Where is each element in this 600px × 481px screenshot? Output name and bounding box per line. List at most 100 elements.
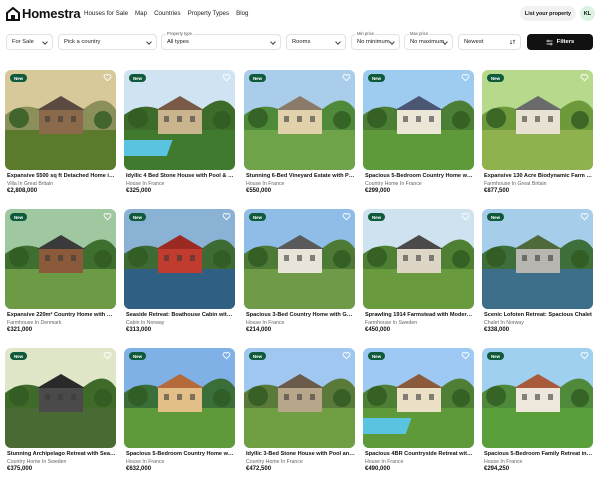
listing-photo[interactable] xyxy=(124,70,235,170)
listing-title[interactable]: Spacious 4BR Countryside Retreat with Po… xyxy=(365,451,474,457)
heart-icon[interactable] xyxy=(461,351,470,360)
listing-type: Chalet In Norway xyxy=(484,320,524,326)
heart-icon[interactable] xyxy=(222,351,231,360)
listing-photo[interactable] xyxy=(363,348,474,448)
max-price-select[interactable]: Max price No maximum xyxy=(404,31,453,50)
nav-blog[interactable]: Blog xyxy=(236,10,248,17)
listing-photo[interactable] xyxy=(482,70,593,170)
heart-icon[interactable] xyxy=(342,351,351,360)
listing-photo[interactable] xyxy=(244,209,355,309)
listing-title[interactable]: Sprawling 1914 Farmstead with Modern Com… xyxy=(365,312,474,318)
list-property-button[interactable]: List your property xyxy=(520,6,576,21)
listing-title[interactable]: Expansive 5500 sq ft Detached Home in Gr… xyxy=(7,173,116,179)
listing-price: €338,000 xyxy=(484,327,510,333)
listing-type: Farmhouse In Denmark xyxy=(7,320,62,326)
heart-icon[interactable] xyxy=(103,73,112,82)
heart-icon[interactable] xyxy=(342,212,351,221)
listing-type: Cabin In Norway xyxy=(126,320,165,326)
listing-type: House In France xyxy=(246,320,285,326)
heart-icon[interactable] xyxy=(342,73,351,82)
listing-price: €325,000 xyxy=(126,188,152,194)
top-bar: Homestra Houses for Sale Map Countries P… xyxy=(0,0,600,27)
listing-price: €472,500 xyxy=(246,466,272,472)
heart-icon[interactable] xyxy=(580,73,589,82)
country-placeholder: Pick a country xyxy=(64,39,101,45)
filter-sliders-icon xyxy=(546,39,553,45)
heart-icon[interactable] xyxy=(103,212,112,221)
sale-type-select[interactable]: For Sale xyxy=(6,34,53,50)
logo[interactable]: Homestra xyxy=(6,6,81,21)
property-type-select[interactable]: Property type All types xyxy=(161,31,281,50)
listing-title[interactable]: Idyllic 4 Bed Stone House with Pool & Ga… xyxy=(126,173,235,179)
listing-type: House In France xyxy=(246,181,285,187)
new-badge: New xyxy=(368,352,386,360)
listing-title[interactable]: Expansive 130 Acre Biodynamic Farm in Gr… xyxy=(484,173,593,179)
nav-houses-for-sale[interactable]: Houses for Sale xyxy=(84,10,128,17)
listing-title[interactable]: Spacious 5-Bedroom Family Retreat in Fra… xyxy=(484,451,593,457)
nav-property-types[interactable]: Property Types xyxy=(188,10,230,17)
listing-title[interactable]: Stunning Archipelago Retreat with Sea Vi… xyxy=(7,451,116,457)
listing-title[interactable]: Spacious 3-Bed Country Home with Garden xyxy=(246,312,355,318)
heart-icon[interactable] xyxy=(222,212,231,221)
chevron-down-icon xyxy=(146,39,152,45)
chevron-down-icon xyxy=(270,39,276,45)
listing-price: €450,000 xyxy=(365,327,391,333)
country-select[interactable]: Pick a country xyxy=(58,34,157,50)
heart-icon[interactable] xyxy=(580,351,589,360)
listing-type: House In France xyxy=(365,459,404,465)
sort-value: Newest xyxy=(464,39,484,45)
nav-map[interactable]: Map xyxy=(135,10,147,17)
avatar[interactable]: KL xyxy=(580,6,595,21)
listing-type: House In France xyxy=(126,459,165,465)
heart-icon[interactable] xyxy=(103,351,112,360)
listing-title[interactable]: Seaside Retreat: Boathouse Cabin with Fj… xyxy=(126,312,235,318)
listing-title[interactable]: Spacious 5-Bedroom Country Home with Gar… xyxy=(365,173,474,179)
sort-select[interactable]: Newest xyxy=(458,34,521,50)
listing-photo[interactable] xyxy=(482,209,593,309)
listing-type: Farmhouse In Sweden xyxy=(365,320,418,326)
listing-photo[interactable] xyxy=(482,348,593,448)
new-badge: New xyxy=(487,213,505,221)
sort-icon xyxy=(510,39,516,45)
heart-icon[interactable] xyxy=(461,73,470,82)
new-badge: New xyxy=(368,74,386,82)
listing-type: Farmhouse In Great Britain xyxy=(484,181,547,187)
listing-photo[interactable] xyxy=(124,348,235,448)
new-badge: New xyxy=(368,213,386,221)
listing-photo[interactable] xyxy=(363,70,474,170)
listing-photo[interactable] xyxy=(5,209,116,309)
filters-button[interactable]: Filters xyxy=(527,34,593,50)
listing-price: €321,000 xyxy=(7,327,33,333)
nav-countries[interactable]: Countries xyxy=(154,10,180,17)
listing-price: €294,250 xyxy=(484,466,510,472)
heart-icon[interactable] xyxy=(461,212,470,221)
new-badge: New xyxy=(487,74,505,82)
listing-title[interactable]: Scenic Lofoten Retreat: Spacious Chalet xyxy=(484,312,593,318)
listing-photo[interactable] xyxy=(5,348,116,448)
house-logo-icon xyxy=(6,6,20,21)
min-price-select[interactable]: Min price No minimum xyxy=(351,31,400,50)
listing-photo[interactable] xyxy=(244,348,355,448)
heart-icon[interactable] xyxy=(580,212,589,221)
listing-price: €632,000 xyxy=(126,466,152,472)
heart-icon[interactable] xyxy=(222,73,231,82)
rooms-select[interactable]: Rooms xyxy=(286,34,346,50)
listing-title[interactable]: Stunning 6-Bed Vineyard Estate with Pool xyxy=(246,173,355,179)
min-price-label: Min price xyxy=(356,31,375,36)
property-type-value: All types xyxy=(167,39,189,45)
listing-photo[interactable] xyxy=(363,209,474,309)
new-badge: New xyxy=(249,74,267,82)
listing-title[interactable]: Idyllic 3-Bed Stone House with Pool and … xyxy=(246,451,355,457)
listing-photo[interactable] xyxy=(244,70,355,170)
listing-type: Country Home In Sweden xyxy=(7,459,67,465)
chevron-down-icon xyxy=(335,39,341,45)
listing-type: House In France xyxy=(484,459,523,465)
new-badge: New xyxy=(129,352,147,360)
new-badge: New xyxy=(10,352,28,360)
listing-title[interactable]: Spacious 5-Bedroom Country Home with Poo… xyxy=(126,451,235,457)
listing-type: House In France xyxy=(126,181,165,187)
listing-photo[interactable] xyxy=(5,70,116,170)
listing-title[interactable]: Expansive 220m² Country Home with Outbui… xyxy=(7,312,116,318)
listing-price: €313,000 xyxy=(126,327,152,333)
listing-photo[interactable] xyxy=(124,209,235,309)
